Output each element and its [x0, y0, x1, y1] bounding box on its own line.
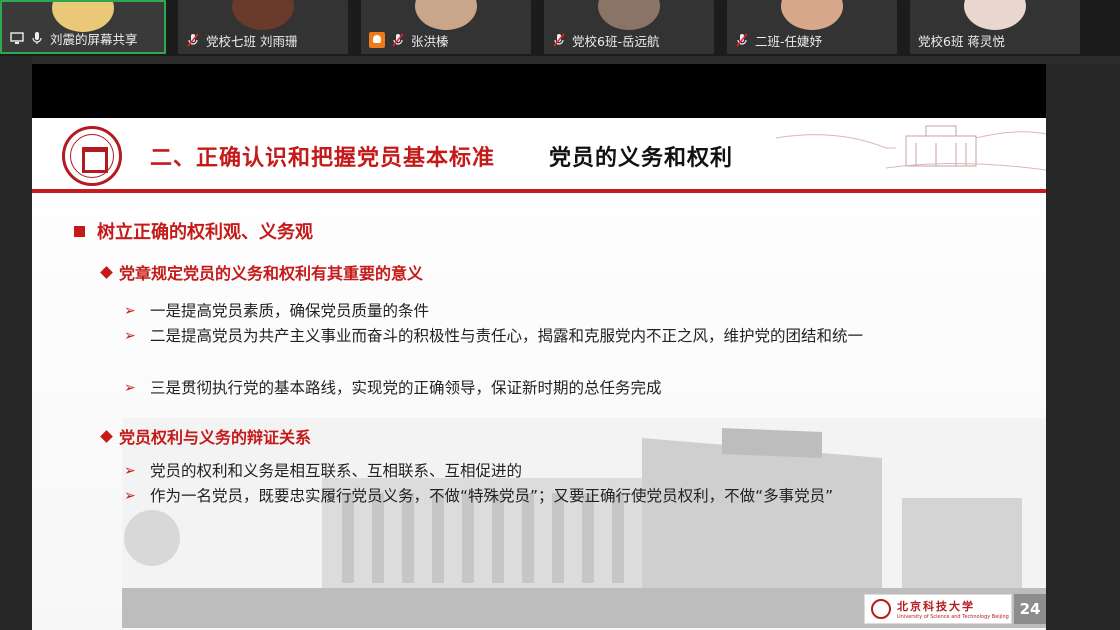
- participant-name: 刘震的屏幕共享: [50, 31, 138, 47]
- university-seal-logo: [62, 126, 122, 186]
- main-heading-text: 树立正确的权利观、义务观: [97, 222, 313, 243]
- right-margin: [1046, 64, 1120, 630]
- participant-name: 党校6班 蒋灵悦: [918, 33, 1005, 49]
- microphone-muted-icon: [735, 33, 749, 47]
- shared-screen: 二、正确认识和把握党员基本标准 党员的义务和权利 树立正确的权利观、义务观 党章…: [32, 64, 1046, 630]
- square-bullet-icon: [74, 225, 85, 237]
- main-heading: 树立正确的权利观、义务观: [74, 218, 313, 244]
- microphone-muted-icon: [186, 33, 200, 47]
- list-item: ➢ 二是提高党员为共产主义事业而奋斗的积极性与责任心，揭露和克服党内不正之风，维…: [124, 324, 865, 349]
- list-item-text: 三是贯彻执行党的基本路线，实现党的正确领导，保证新时期的总任务完成: [150, 379, 662, 397]
- footer-logo-chinese: 北京科技大学: [897, 600, 975, 613]
- presentation-slide: 二、正确认识和把握党员基本标准 党员的义务和权利 树立正确的权利观、义务观 党章…: [32, 118, 1046, 630]
- university-seal-icon: [871, 599, 891, 619]
- diamond-bullet-icon: [100, 429, 113, 443]
- participant-tile[interactable]: 二班-任婕妤: [727, 0, 897, 54]
- diamond-bullet-icon: [100, 265, 113, 279]
- slide-title: 二、正确认识和把握党员基本标准: [150, 146, 496, 171]
- participant-tile[interactable]: 刘震的屏幕共享: [0, 0, 166, 54]
- section-heading-text: 党员权利与义务的辩证关系: [119, 428, 312, 447]
- participant-tile[interactable]: 党校6班 蒋灵悦: [910, 0, 1080, 54]
- footer-logo-english: University of Science and Technology Bei…: [897, 614, 1009, 620]
- list-item: ➢ 三是贯彻执行党的基本路线，实现党的正确领导，保证新时期的总任务完成: [124, 376, 890, 401]
- participant-tile[interactable]: 张洪榛: [361, 0, 531, 54]
- list-item-text: 作为一名党员，既要忠实履行党员义务，不做“特殊党员”；又要正确行使党员权利，不做…: [150, 487, 834, 505]
- section-heading-text: 党章规定党员的义务和权利有其重要的意义: [119, 264, 424, 283]
- participant-tile[interactable]: 党校6班-岳远航: [544, 0, 714, 54]
- microphone-muted-icon: [391, 33, 405, 47]
- list-item-text: 二是提高党员为共产主义事业而奋斗的积极性与责任心，揭露和克服党内不正之风，维护党…: [150, 327, 864, 345]
- page-number: 24: [1014, 594, 1046, 624]
- list-item-text: 一是提高党员素质，确保党员质量的条件: [150, 302, 430, 320]
- microphone-icon[interactable]: [30, 31, 44, 45]
- participant-strip: 刘震的屏幕共享 党校七班 刘雨珊 张洪榛 党校6班-岳远航 二班-任婕妤 党校6…: [0, 0, 1120, 56]
- participant-name: 党校6班-岳远航: [572, 33, 660, 49]
- screen-share-icon: [10, 31, 24, 45]
- footer-university-logo: 北京科技大学 University of Science and Technol…: [864, 594, 1012, 624]
- list-item: ➢ 作为一名党员，既要忠实履行党员义务，不做“特殊党员”；又要正确行使党员权利，…: [124, 484, 875, 509]
- arrow-bullet-icon: ➢: [124, 303, 136, 319]
- list-item-text: 党员的权利和义务是相互联系、互相联系、互相促进的: [150, 462, 523, 480]
- arrow-bullet-icon: ➢: [124, 488, 136, 504]
- slide-header: 二、正确认识和把握党员基本标准 党员的义务和权利: [32, 118, 1046, 189]
- participant-name: 张洪榛: [411, 33, 449, 49]
- list-item: ➢ 党员的权利和义务是相互联系、互相联系、互相促进的: [124, 459, 890, 484]
- arrow-bullet-icon: ➢: [124, 463, 136, 479]
- list-item: ➢ 一是提高党员素质，确保党员质量的条件: [124, 299, 890, 324]
- campus-gate-sketch: [776, 125, 1046, 171]
- arrow-bullet-icon: ➢: [124, 328, 136, 344]
- section-heading: 党章规定党员的义务和权利有其重要的意义: [100, 260, 424, 284]
- participant-name: 党校七班 刘雨珊: [206, 33, 298, 49]
- section-heading: 党员权利与义务的辩证关系: [100, 424, 312, 448]
- participant-tile[interactable]: 党校七班 刘雨珊: [178, 0, 348, 54]
- header-divider: [32, 189, 1046, 193]
- slide-subtitle: 党员的义务和权利: [549, 146, 734, 171]
- arrow-bullet-icon: ➢: [124, 380, 136, 396]
- left-margin: [0, 56, 32, 630]
- microphone-muted-icon: [552, 33, 566, 47]
- user-placeholder-icon: [369, 32, 385, 48]
- participant-name: 二班-任婕妤: [755, 33, 823, 49]
